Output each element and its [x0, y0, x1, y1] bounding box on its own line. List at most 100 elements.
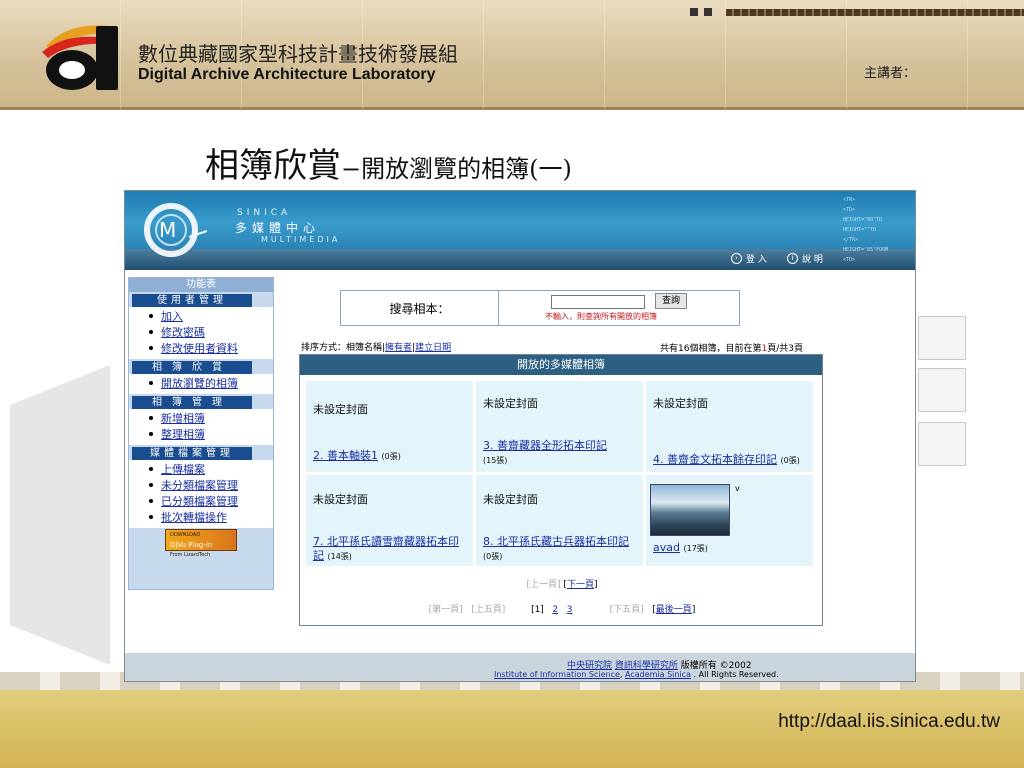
- search-label: 搜尋相本：: [341, 291, 499, 325]
- code-line: <TD>: [843, 257, 856, 263]
- album-table-header: 開放的多媒體相簿: [300, 355, 822, 375]
- menu-item-change-password[interactable]: 修改密碼: [129, 324, 273, 340]
- svg-text:M: M: [159, 218, 176, 242]
- slide-url: http://daal.iis.sinica.edu.tw: [778, 711, 1000, 732]
- next-page-link[interactable]: 下一頁: [567, 580, 594, 590]
- album-search-form: 搜尋相本： 查詢 不輸入，則查詢所有開放的相簿: [340, 290, 740, 326]
- iis-en-link[interactable]: Institute of Information Science: [494, 670, 620, 679]
- brand-name: 多媒體中心: [235, 221, 321, 235]
- help-button[interactable]: i 說 明: [787, 252, 823, 265]
- menu-section-album-view-items: 開放瀏覽的相簿: [129, 374, 273, 394]
- speaker-label: 主講者：: [864, 66, 917, 81]
- lab-name-zh: 數位典藏國家型科技計畫技術發展組: [138, 42, 458, 66]
- menu-item-new-album[interactable]: 新增相簿: [129, 410, 273, 426]
- search-input[interactable]: [551, 295, 645, 309]
- djvu-download-button[interactable]: DOWNLOAD DjVu Plug-in From LizardTech: [165, 529, 237, 558]
- album-cell: 未設定封面 8. 北平孫氏藏古兵器拓本印記 (0張): [476, 475, 643, 566]
- site-banner: M SINICA 多媒體中心 MULTIMEDIA › 登 入 i 說 明 <T…: [125, 191, 915, 270]
- menu-item-join[interactable]: 加入: [129, 308, 273, 324]
- login-label: 登 入: [746, 255, 767, 265]
- slide-title: 相簿欣賞−開放瀏覽的相簿(一): [205, 138, 572, 187]
- website-screenshot: M SINICA 多媒體中心 MULTIMEDIA › 登 入 i 說 明 <T…: [124, 190, 916, 682]
- info-icon: i: [787, 253, 798, 264]
- album-cover-placeholder: 未設定封面: [483, 493, 538, 506]
- prev-five-disabled: [上五頁]: [471, 605, 506, 615]
- pager-prev-next: [上一頁] [下一頁]: [526, 580, 598, 590]
- page-3-link[interactable]: 3: [567, 605, 573, 615]
- daal-logo: [42, 25, 118, 90]
- djvu-label: DjVu Plug-in: [170, 541, 213, 549]
- menu-section-user: 使用者管理: [132, 294, 252, 307]
- album-count: 共有16個相簿，目前在第1頁/共3頁: [660, 344, 803, 354]
- djvu-sub: From LizardTech: [170, 552, 211, 558]
- menu-item-batch-convert[interactable]: 批次轉檔操作: [129, 509, 273, 525]
- help-label: 說 明: [802, 255, 823, 265]
- album-title-link[interactable]: 3. 善齋藏器全形拓本印記: [483, 439, 607, 452]
- code-line: HEIGHT="80"TD: [843, 217, 883, 223]
- sort-by-owner-link[interactable]: 擁有者: [385, 343, 412, 353]
- album-cell: 未設定封面 3. 善齋藏器全形拓本印記 (15張): [476, 381, 643, 472]
- menu-title: 功能表: [129, 278, 273, 292]
- background-arrow-decoration: [10, 365, 110, 665]
- album-photo-count: (0張): [381, 452, 401, 461]
- menu-section-media-items: 上傳檔案 未分類檔案管理 已分類檔案管理 批次轉檔操作: [129, 460, 273, 528]
- last-page-link[interactable]: 最後一頁: [656, 605, 692, 615]
- menu-item-open-albums[interactable]: 開放瀏覽的相簿: [129, 375, 273, 391]
- album-photo-count: (17張): [683, 544, 708, 553]
- download-label: DOWNLOAD: [170, 532, 201, 538]
- first-page-disabled: [第一頁]: [428, 605, 463, 615]
- search-button[interactable]: 查詢: [655, 293, 687, 309]
- album-cover-placeholder: 未設定封面: [653, 397, 708, 410]
- sort-options: 排序方式：相簿名稱|擁有者|建立日期: [301, 340, 451, 353]
- page-1-current: [1]: [531, 605, 544, 615]
- menu-section-album-manage-items: 新增相簿 整理相簿: [129, 409, 273, 445]
- menu-section-user-items: 加入 修改密碼 修改使用者資料: [129, 307, 273, 359]
- album-title-link[interactable]: 8. 北平孫氏藏古兵器拓本印記: [483, 535, 629, 548]
- page-2-link[interactable]: 2: [552, 605, 558, 615]
- album-title-link[interactable]: 2. 善本軸裝1: [313, 449, 378, 462]
- album-title-link[interactable]: avad: [653, 541, 680, 554]
- pager-pages: [第一頁] [上五頁] [1] 2 3 [下五頁] [最後一頁]: [428, 605, 696, 615]
- site-footer: 中央研究院 資訊科學研究所 版權所有 ©2002 Institute of In…: [125, 653, 915, 681]
- menu-item-edit-profile[interactable]: 修改使用者資料: [129, 340, 273, 356]
- slide-title-sub: −開放瀏覽的相簿(一): [341, 155, 572, 183]
- sort-prefix: 排序方式：相簿名稱|: [301, 343, 386, 353]
- slide-title-main: 相簿欣賞: [205, 146, 341, 186]
- album-grid: 未設定封面 2. 善本軸裝1 (0張) 未設定封面 3. 善齋藏器全形拓本印記 (…: [306, 381, 813, 566]
- header-stripe: [690, 8, 1024, 18]
- album-cell: v avad (17張): [646, 475, 813, 566]
- album-title-link[interactable]: 4. 善齋金文拓本餘存印記: [653, 453, 777, 466]
- brand-sinica: SINICA: [237, 208, 292, 218]
- next-five-disabled: [下五頁]: [609, 605, 644, 615]
- function-menu: 功能表 使用者管理 加入 修改密碼 修改使用者資料 相簿欣賞 開放瀏覽的相簿 相…: [128, 277, 274, 590]
- album-cover-placeholder: 未設定封面: [313, 493, 368, 506]
- slide-header: 數位典藏國家型科技計畫技術發展組 Digital Archive Archite…: [0, 0, 1024, 110]
- open-albums-table: 開放的多媒體相簿 未設定封面 2. 善本軸裝1 (0張) 未設定封面 3. 善齋…: [299, 354, 823, 626]
- code-line: HEIGHT=""TD: [843, 227, 877, 233]
- arrow-right-icon: ›: [731, 253, 742, 264]
- thumbnail-mark: v: [735, 484, 740, 493]
- album-photo-count: (15張): [483, 456, 508, 465]
- album-cell: 未設定封面 7. 北平孫氏讀雪齋藏器拓本印記 (14張): [306, 475, 473, 566]
- album-cell: 未設定封面 2. 善本軸裝1 (0張): [306, 381, 473, 472]
- sort-by-date-link[interactable]: 建立日期: [415, 343, 451, 353]
- menu-section-album-manage: 相簿管理: [132, 396, 252, 409]
- menu-item-upload[interactable]: 上傳檔案: [129, 461, 273, 477]
- album-cover-placeholder: 未設定封面: [313, 403, 368, 416]
- album-cover-thumbnail[interactable]: [650, 484, 730, 536]
- brand-multimedia: MULTIMEDIA: [261, 235, 341, 244]
- menu-item-classified[interactable]: 已分類檔案管理: [129, 493, 273, 509]
- menu-section-album-view: 相簿欣賞: [132, 361, 252, 374]
- code-line: </TR>: [843, 237, 859, 243]
- menu-item-organize-album[interactable]: 整理相簿: [129, 426, 273, 442]
- search-hint: 不輸入，則查詢所有開放的相簿: [545, 312, 657, 321]
- album-photo-count: (14張): [327, 552, 352, 561]
- prev-page-disabled: [上一頁]: [526, 580, 561, 590]
- menu-section-media: 媒體檔案管理: [132, 447, 252, 460]
- sinica-en-link[interactable]: Academia Sinica: [625, 670, 691, 679]
- album-photo-count: (0張): [483, 552, 503, 561]
- banner-code-text: <TR> <TD> HEIGHT="80"TD HEIGHT=""TD </TR…: [843, 195, 913, 265]
- album-photo-count: (0張): [780, 456, 800, 465]
- menu-item-unclassified[interactable]: 未分類檔案管理: [129, 477, 273, 493]
- login-button[interactable]: › 登 入: [731, 252, 767, 265]
